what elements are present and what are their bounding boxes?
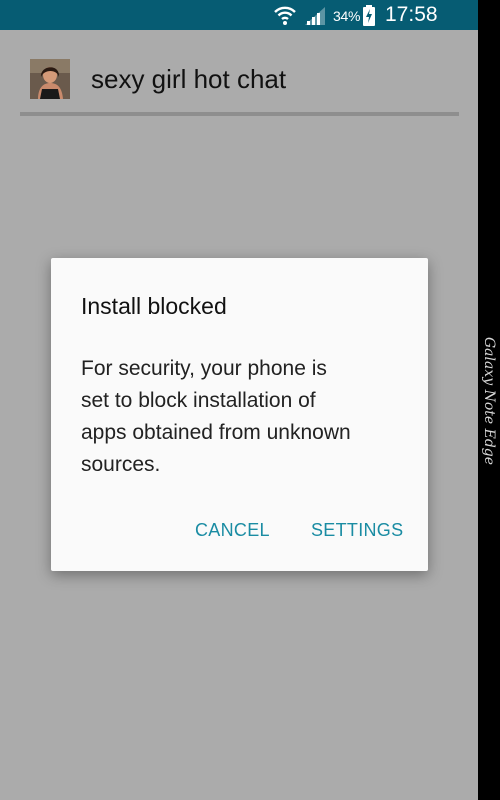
dialog-title: Install blocked — [81, 293, 227, 319]
app-bar-divider — [20, 112, 459, 116]
app-title: sexy girl hot chat — [91, 64, 287, 94]
dialog-message-line: apps obtained from unknown — [81, 421, 351, 444]
dialog-message-line: sources. — [81, 453, 161, 476]
phone-screen: 34% 17:58 sexy girl hot chat Install blo — [0, 0, 478, 800]
install-blocked-dialog: Install blocked For security, your phone… — [51, 258, 428, 571]
cancel-button[interactable]: CANCEL — [195, 516, 270, 544]
dialog-message: For security, your phone is set to block… — [81, 353, 361, 481]
dialog-message-line: set to block installation of — [81, 389, 316, 412]
edge-screen-label: Galaxy Note Edge — [481, 336, 497, 466]
clock: 17:58 — [385, 3, 438, 26]
settings-button[interactable]: SETTINGS — [311, 516, 403, 544]
wifi-icon — [273, 4, 297, 26]
battery-percent: 34% — [333, 8, 361, 24]
signal-icon — [304, 6, 326, 26]
dialog-message-line: For security, your phone is — [81, 357, 327, 380]
app-bar: sexy girl hot chat — [0, 30, 478, 116]
app-avatar-photo — [30, 59, 70, 99]
status-bar: 34% 17:58 — [0, 0, 478, 30]
battery-charging-icon — [362, 5, 376, 26]
